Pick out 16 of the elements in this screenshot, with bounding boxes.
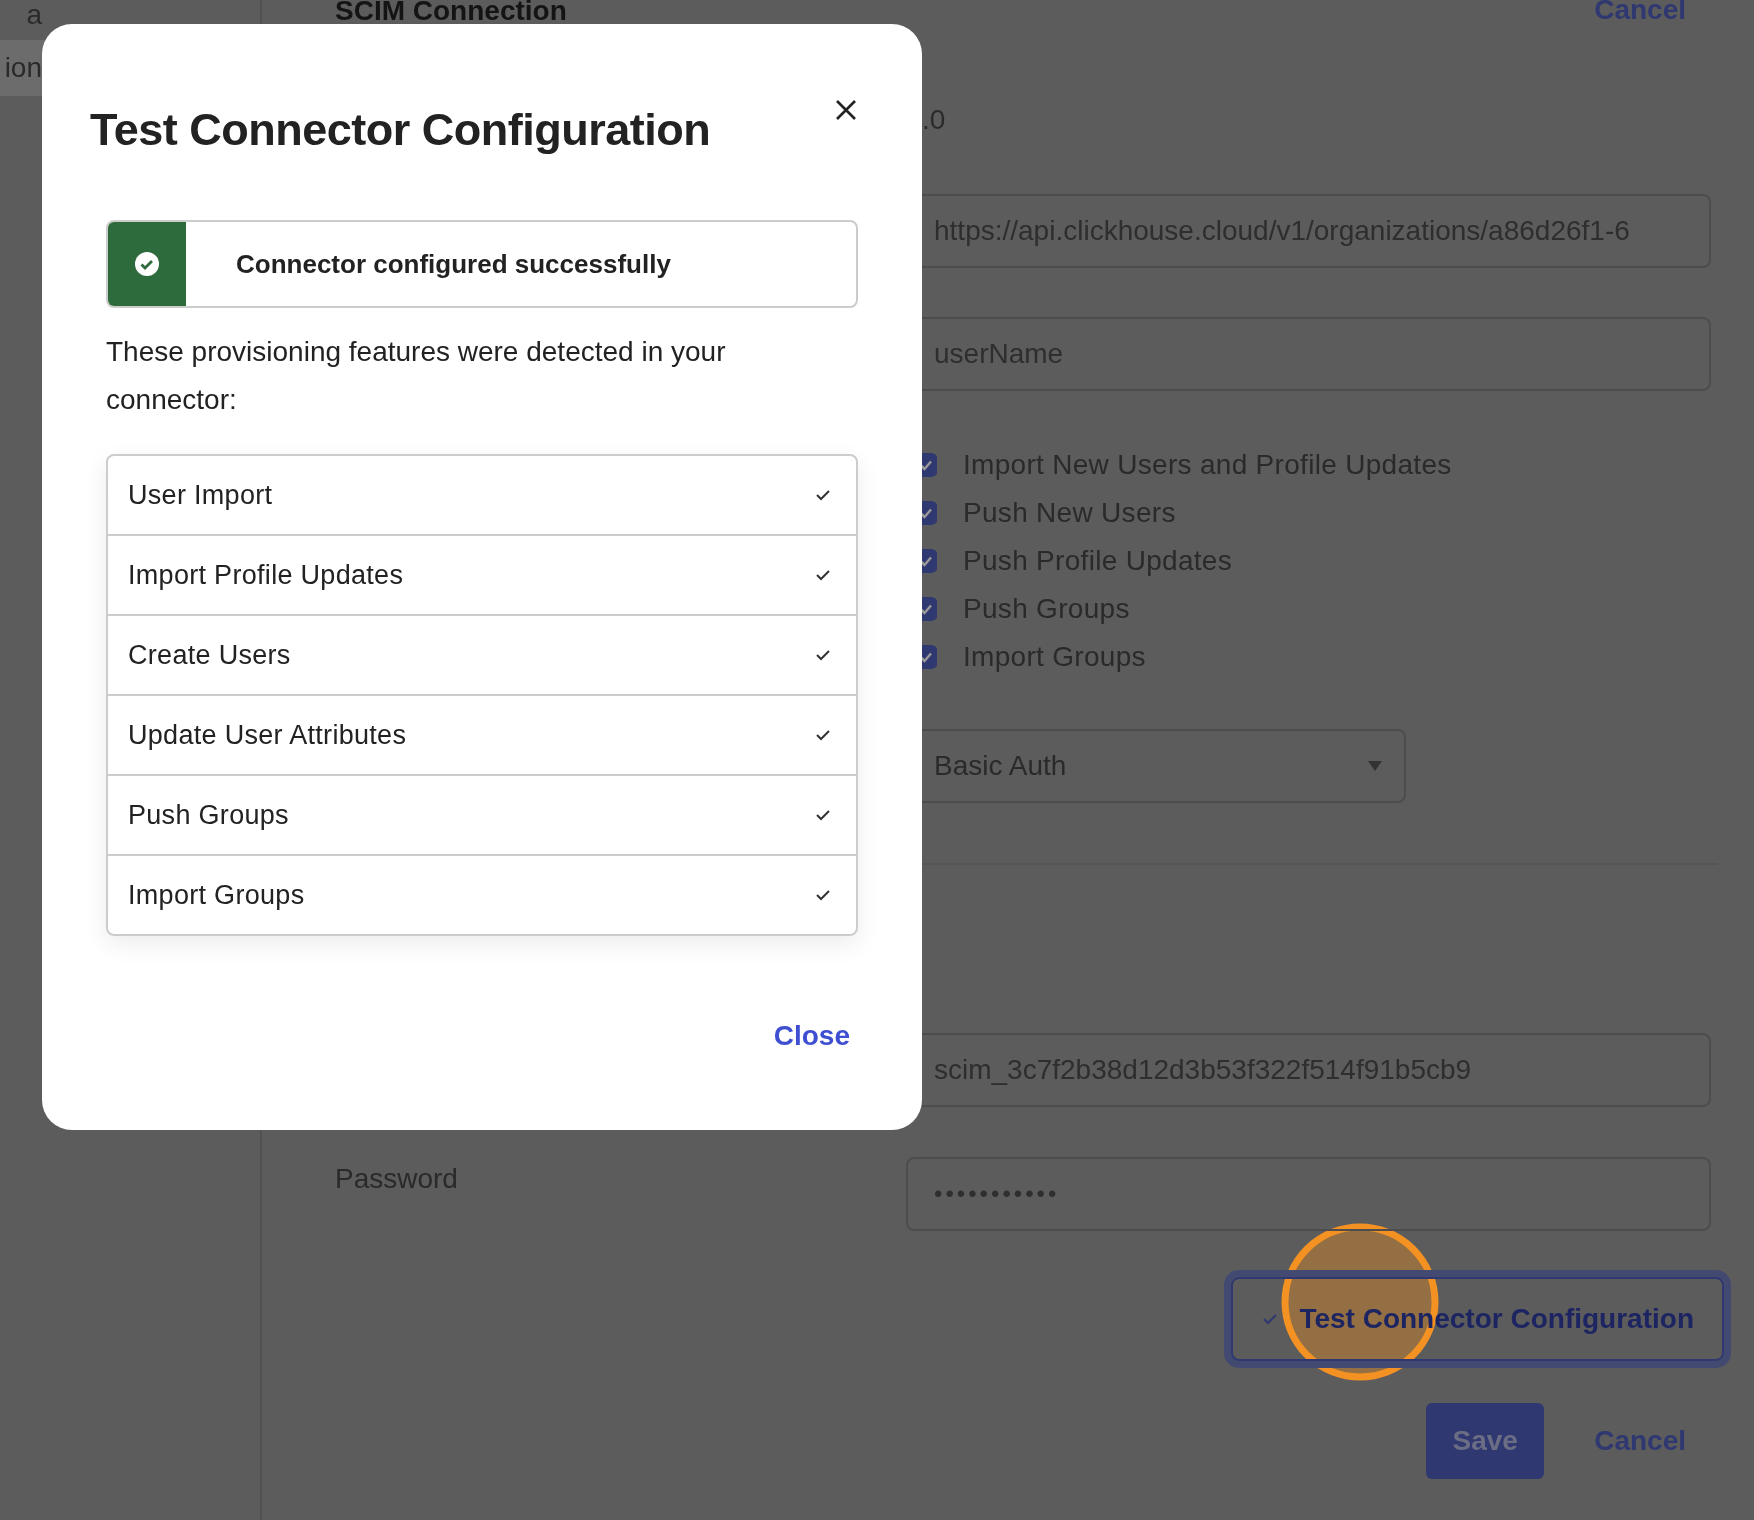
check-circle-icon	[135, 252, 159, 276]
intro-text: These provisioning features were detected in your connector:	[106, 335, 727, 417]
password-field[interactable]: •••••••••••	[906, 1157, 1711, 1231]
save-button[interactable]: Save	[1426, 1403, 1545, 1479]
feature-name: User Import	[128, 479, 273, 511]
modal-title: Test Connector Configuration	[90, 104, 711, 156]
feature-name: Push Groups	[128, 799, 289, 831]
feature-name: Create Users	[128, 639, 291, 671]
feature-name: Update User Attributes	[128, 719, 407, 751]
banner-message: Connector configured successfully	[236, 248, 671, 280]
feature-name: Import Profile Updates	[128, 559, 404, 591]
feature-name: Import Groups	[128, 879, 305, 911]
caret-icon	[1368, 761, 1382, 771]
page-title: SCIM Connection	[335, 0, 567, 25]
close-link[interactable]: Close	[773, 1020, 850, 1052]
close-icon[interactable]	[834, 98, 858, 122]
